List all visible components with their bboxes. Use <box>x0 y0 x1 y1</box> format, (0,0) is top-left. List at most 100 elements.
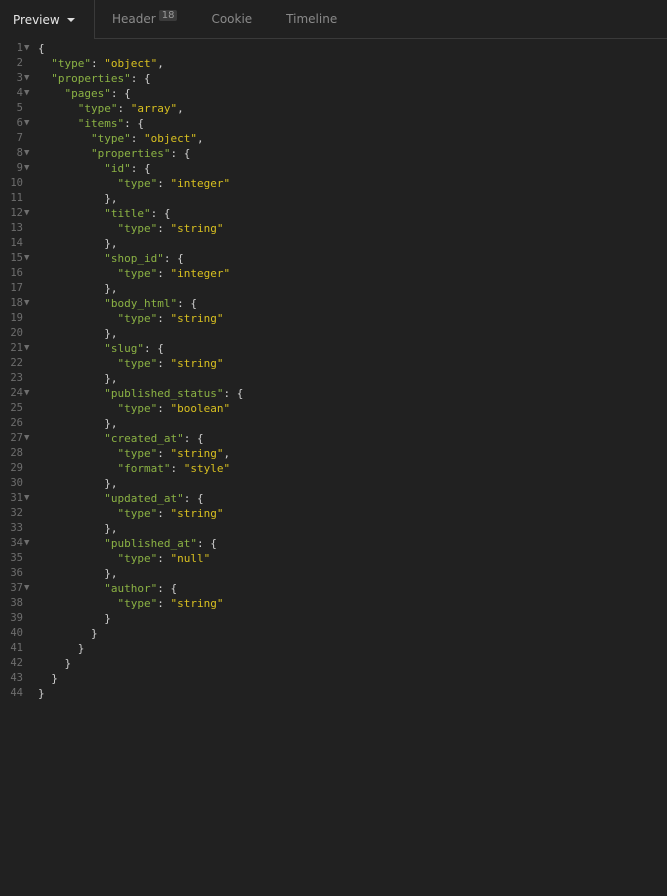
fold-toggle-icon[interactable]: ▼ <box>23 71 38 86</box>
code-text: }, <box>38 476 117 491</box>
tab-timeline[interactable]: Timeline <box>269 0 354 38</box>
json-key: "type" <box>117 267 158 280</box>
code-line: 12 ▼ "title": { <box>0 206 243 221</box>
punctuation: } <box>51 672 58 685</box>
colon: : <box>157 222 171 235</box>
fold-toggle-icon[interactable]: ▼ <box>23 431 38 446</box>
json-string-value: "string" <box>170 597 224 610</box>
code-text: }, <box>38 371 117 386</box>
fold-toggle-icon <box>23 611 38 626</box>
punctuation: , <box>196 132 204 145</box>
punctuation: , <box>223 447 231 460</box>
code-line: 34 ▼ "published_at": { <box>0 536 243 551</box>
fold-toggle-icon[interactable]: ▼ <box>23 206 38 221</box>
code-line: 39 } <box>0 611 243 626</box>
punctuation: : { <box>177 297 197 310</box>
code-text: "slug": { <box>38 341 164 356</box>
tab-header[interactable]: Header 18 <box>95 0 194 38</box>
line-number: 11 <box>10 192 23 204</box>
json-key: "type" <box>117 357 158 370</box>
code-line: 41 } <box>0 641 243 656</box>
punctuation: { <box>38 42 45 55</box>
colon: : <box>157 402 171 415</box>
line-number: 4 <box>16 87 23 99</box>
fold-toggle-icon[interactable]: ▼ <box>23 146 38 161</box>
code-line: 27 ▼ "created_at": { <box>0 431 243 446</box>
colon: : <box>91 57 105 70</box>
line-number: 43 <box>10 672 23 684</box>
json-key: "properties" <box>51 72 131 85</box>
tab-cookie[interactable]: Cookie <box>194 0 269 38</box>
code-line: 15 ▼ "shop_id": { <box>0 251 243 266</box>
line-number: 37 <box>10 582 23 594</box>
fold-toggle-icon[interactable]: ▼ <box>23 41 38 56</box>
line-number: 16 <box>10 267 23 279</box>
code-text: "published_at": { <box>38 536 217 551</box>
punctuation: } <box>90 627 98 640</box>
line-number: 29 <box>10 462 23 474</box>
json-key: "type" <box>117 447 158 460</box>
json-key: "format" <box>117 462 171 475</box>
code-text: "type": "string" <box>38 311 223 326</box>
fold-toggle-icon[interactable]: ▼ <box>23 491 38 506</box>
json-key: "type" <box>77 102 118 115</box>
fold-toggle-icon[interactable]: ▼ <box>23 161 38 176</box>
fold-toggle-icon[interactable]: ▼ <box>23 251 38 266</box>
punctuation: }, <box>104 192 118 205</box>
code-text: "shop_id": { <box>38 251 183 266</box>
code-line: 10 "type": "integer" <box>0 176 243 191</box>
code-line: 5 "type": "array", <box>0 101 243 116</box>
code-line: 7 "type": "object", <box>0 131 243 146</box>
fold-toggle-icon <box>23 281 38 296</box>
code-line: 1 ▼{ <box>0 41 243 56</box>
fold-toggle-icon[interactable]: ▼ <box>23 116 38 131</box>
line-number: 31 <box>10 492 23 504</box>
punctuation: } <box>38 687 45 700</box>
line-number: 1 <box>16 42 23 54</box>
fold-toggle-icon[interactable]: ▼ <box>23 341 38 356</box>
colon: : <box>157 177 171 190</box>
punctuation: , <box>157 57 164 70</box>
fold-toggle-icon <box>23 551 38 566</box>
json-key: "created_at" <box>104 432 184 445</box>
colon: : <box>157 267 171 280</box>
json-key: "type" <box>51 57 91 70</box>
line-number: 25 <box>10 402 23 414</box>
chevron-down-icon[interactable] <box>66 17 75 22</box>
code-line: 13 "type": "string" <box>0 221 243 236</box>
code-text: "format": "style" <box>38 461 230 476</box>
fold-toggle-icon[interactable]: ▼ <box>23 536 38 551</box>
fold-toggle-icon <box>23 506 38 521</box>
punctuation: : { <box>223 387 244 400</box>
tab-preview[interactable]: Preview <box>0 0 95 39</box>
code-text: "type": "string" <box>38 506 223 521</box>
fold-toggle-icon[interactable]: ▼ <box>23 386 38 401</box>
fold-toggle-icon <box>23 596 38 611</box>
json-preview: 1 ▼{2 "type": "object", 3 ▼ "properties": {… <box>0 41 243 701</box>
code-text: } <box>38 671 58 686</box>
tab-preview-label: Preview <box>13 12 60 27</box>
json-key: "type" <box>117 312 158 325</box>
colon: : <box>157 312 171 325</box>
response-tabs: Preview Header 18 Cookie Timeline <box>0 0 667 39</box>
line-number: 5 <box>16 102 23 114</box>
json-key: "type" <box>117 507 158 520</box>
fold-toggle-icon[interactable]: ▼ <box>23 296 38 311</box>
fold-toggle-icon[interactable]: ▼ <box>23 581 38 596</box>
line-number: 32 <box>10 507 23 519</box>
fold-toggle-icon <box>23 476 38 491</box>
fold-toggle-icon[interactable]: ▼ <box>23 86 38 101</box>
json-key: "type" <box>90 132 131 145</box>
code-line: 11 }, <box>0 191 243 206</box>
colon: : <box>157 597 171 610</box>
code-line: 35 "type": "null" <box>0 551 243 566</box>
code-text: { <box>38 41 45 56</box>
